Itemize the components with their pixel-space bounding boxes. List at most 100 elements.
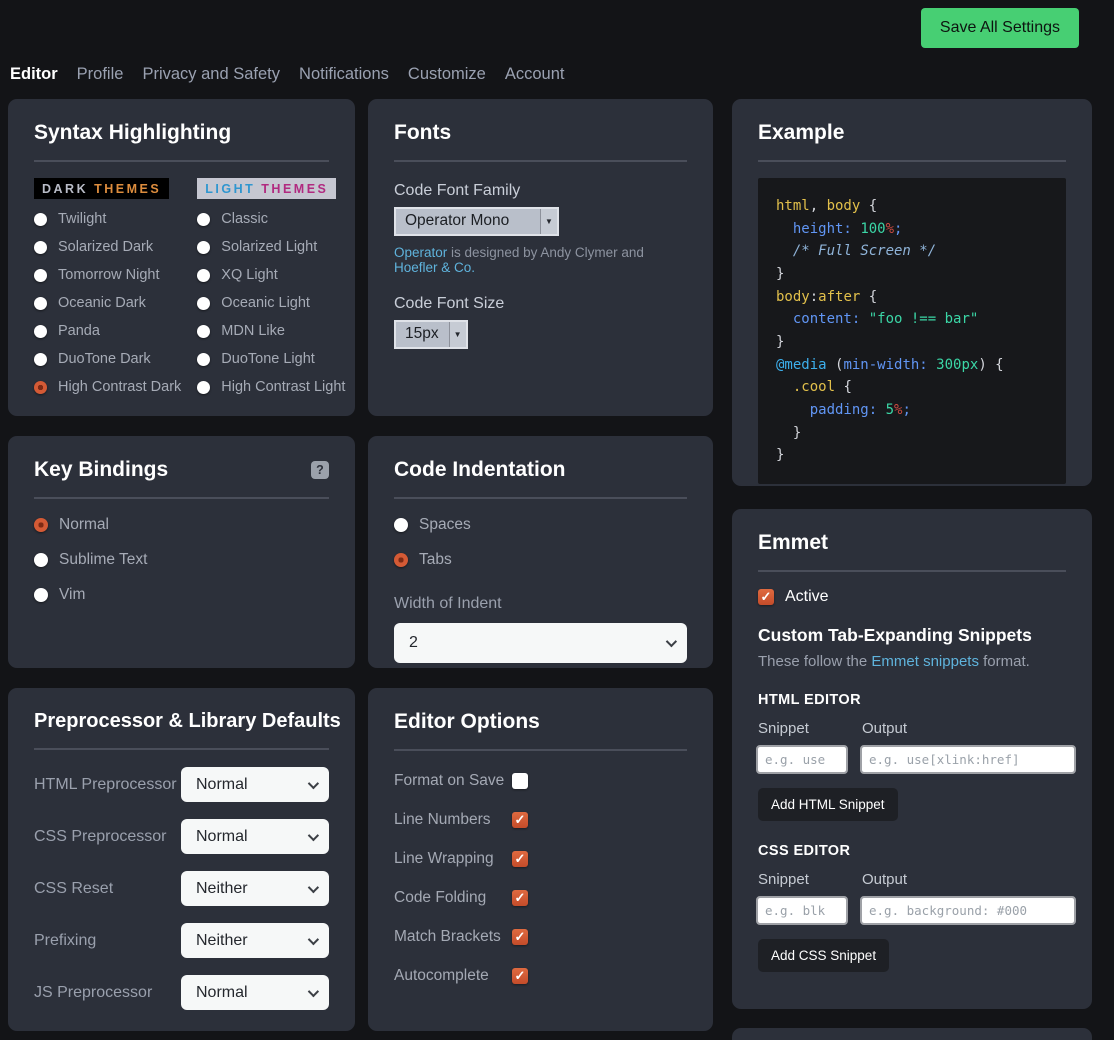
radio-icon[interactable] [34, 381, 47, 394]
indentation-radio-option[interactable]: Spaces [394, 516, 687, 534]
theme-radio-option[interactable]: Panda [34, 323, 181, 339]
emmet-snippets-link[interactable]: Emmet snippets [871, 653, 979, 670]
radio-icon[interactable] [34, 518, 48, 532]
theme-radio-option[interactable]: XQ Light [197, 267, 345, 283]
output-input[interactable] [862, 898, 1074, 923]
hoefler-link[interactable]: Hoefler & Co. [394, 260, 475, 275]
radio-icon[interactable] [34, 297, 47, 310]
preprocessor-label: CSS Preprocessor [34, 828, 167, 846]
radio-icon[interactable] [34, 213, 47, 226]
radio-icon[interactable] [34, 241, 47, 254]
radio-icon[interactable] [394, 553, 408, 567]
editor-option-row: Code Folding [394, 889, 687, 907]
preprocessor-label: CSS Reset [34, 880, 113, 898]
theme-radio-option[interactable]: Classic [197, 211, 345, 227]
preprocessor-row: JS Preprocessor Normal [34, 975, 329, 1010]
preprocessor-select[interactable]: Normal [181, 767, 329, 802]
snippet-label: Snippet [758, 720, 862, 737]
theme-radio-option[interactable]: Twilight [34, 211, 181, 227]
theme-radio-option[interactable]: MDN Like [197, 323, 345, 339]
editor-option-label: Code Folding [394, 889, 512, 907]
theme-label: MDN Like [221, 323, 285, 339]
code-font-size-select[interactable]: 15px ▼ [394, 320, 468, 349]
chevron-down-icon [308, 881, 319, 892]
editor-option-checkbox[interactable] [512, 968, 528, 984]
editor-option-checkbox[interactable] [512, 812, 528, 828]
theme-radio-option[interactable]: Oceanic Dark [34, 295, 181, 311]
editor-option-checkbox[interactable] [512, 851, 528, 867]
save-all-settings-button[interactable]: Save All Settings [921, 8, 1079, 48]
help-icon[interactable]: ? [311, 461, 329, 479]
theme-radio-option[interactable]: Solarized Light [197, 239, 345, 255]
editor-option-row: Format on Save [394, 772, 687, 790]
chevron-down-icon [308, 933, 319, 944]
settings-tab[interactable]: Notifications [299, 65, 389, 84]
emmet-active-label: Active [785, 588, 829, 606]
theme-radio-option[interactable]: High Contrast Dark [34, 379, 181, 395]
select-value: Neither [196, 932, 248, 950]
dropdown-arrow-icon[interactable]: ▼ [540, 209, 557, 234]
settings-tab[interactable]: Customize [408, 65, 486, 84]
light-themes-badge: LIGHT THEMES [197, 178, 336, 199]
code-font-family-select[interactable]: Operator Mono ▼ [394, 207, 559, 236]
theme-radio-option[interactable]: Oceanic Light [197, 295, 345, 311]
add-snippet-button[interactable]: Add CSS Snippet [758, 939, 889, 972]
theme-radio-option[interactable]: DuoTone Light [197, 351, 345, 367]
preprocessor-select[interactable]: Neither [181, 871, 329, 906]
code-example: html, body { height: 100%; /* Full Scree… [758, 178, 1066, 484]
key-binding-radio-option[interactable]: Normal [34, 516, 329, 534]
select-value: 2 [409, 634, 418, 652]
snippet-input[interactable] [758, 898, 846, 923]
theme-radio-option[interactable]: Solarized Dark [34, 239, 181, 255]
preprocessor-select[interactable]: Normal [181, 975, 329, 1010]
editor-option-checkbox[interactable] [512, 890, 528, 906]
radio-icon[interactable] [197, 213, 210, 226]
dropdown-arrow-icon[interactable]: ▼ [449, 322, 466, 347]
preprocessor-select[interactable]: Neither [181, 923, 329, 958]
radio-icon[interactable] [34, 269, 47, 282]
theme-radio-option[interactable]: High Contrast Light [197, 379, 345, 395]
snippet-input[interactable] [758, 747, 846, 772]
radio-icon[interactable] [197, 269, 210, 282]
select-value: Normal [196, 828, 248, 846]
settings-tab[interactable]: Privacy and Safety [142, 65, 280, 84]
divider [394, 749, 687, 751]
editor-option-checkbox[interactable] [512, 773, 528, 789]
dark-themes-badge: DARK THEMES [34, 178, 169, 199]
operator-link[interactable]: Operator [394, 245, 447, 260]
indentation-radio-option[interactable]: Tabs [394, 551, 687, 569]
emmet-active-checkbox[interactable] [758, 589, 774, 605]
emmet-section: HTML EDITOR Snippet Output Add HTML Snip… [758, 692, 1066, 821]
preprocessor-select[interactable]: Normal [181, 819, 329, 854]
fonts-card: Fonts Code Font Family Operator Mono ▼ O… [368, 99, 713, 416]
theme-radio-option[interactable]: Tomorrow Night [34, 267, 181, 283]
top-bar: Save All Settings [0, 0, 1114, 48]
width-of-indent-select[interactable]: 2 [394, 623, 687, 663]
radio-icon[interactable] [197, 297, 210, 310]
settings-tab[interactable]: Profile [77, 65, 124, 84]
radio-icon[interactable] [34, 588, 48, 602]
add-snippet-button[interactable]: Add HTML Snippet [758, 788, 898, 821]
radio-icon[interactable] [197, 325, 210, 338]
select-value: Operator Mono [396, 209, 540, 234]
snippet-output-inputs [758, 898, 1066, 923]
settings-tab[interactable]: Editor [10, 65, 58, 84]
radio-icon[interactable] [197, 381, 210, 394]
radio-icon[interactable] [197, 353, 210, 366]
theme-label: Classic [221, 211, 268, 227]
settings-tab[interactable]: Account [505, 65, 565, 84]
radio-icon[interactable] [34, 325, 47, 338]
radio-icon[interactable] [34, 353, 47, 366]
output-label: Output [862, 871, 1066, 888]
output-input[interactable] [862, 747, 1074, 772]
key-binding-radio-option[interactable]: Vim [34, 586, 329, 604]
theme-radio-option[interactable]: DuoTone Dark [34, 351, 181, 367]
radio-icon[interactable] [394, 518, 408, 532]
theme-label: Twilight [58, 211, 106, 227]
divider [34, 748, 329, 750]
radio-icon[interactable] [34, 553, 48, 567]
editor-option-checkbox[interactable] [512, 929, 528, 945]
radio-icon[interactable] [197, 241, 210, 254]
emmet-title: Emmet [758, 531, 1066, 555]
key-binding-radio-option[interactable]: Sublime Text [34, 551, 329, 569]
